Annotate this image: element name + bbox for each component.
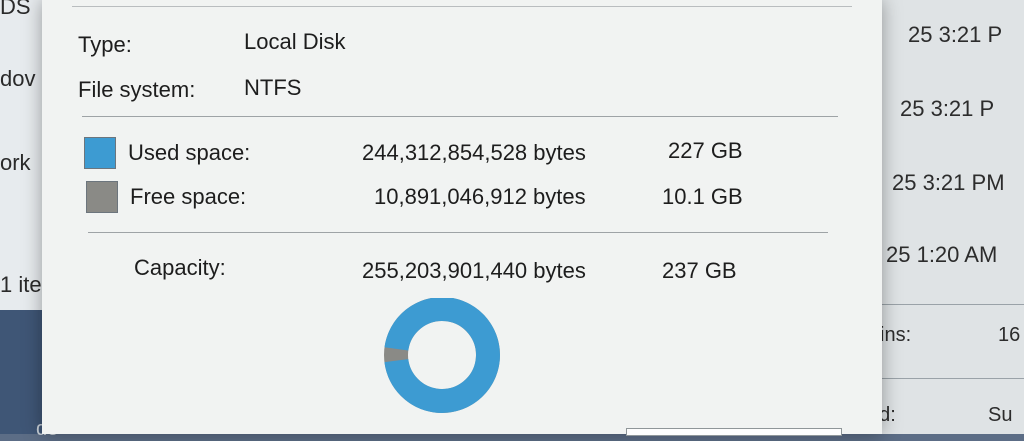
drive-properties-dialog: Type: Local Disk File system: NTFS Used … [42,0,882,436]
capacity-gb: 237 GB [662,258,737,283]
modified-date: 25 3:21 P [908,22,1003,47]
divider [72,6,852,7]
used-space-swatch [84,137,116,169]
used-space-bytes: 244,312,854,528 bytes [362,140,586,165]
background-text: dov [0,66,36,91]
property-label: ins: [880,324,912,346]
type-label: Type: [78,32,132,57]
capacity-label: Capacity: [134,255,226,280]
free-space-gb: 10.1 GB [662,184,743,209]
details-button[interactable] [626,428,842,436]
background-text: 1 ite [0,272,42,297]
background-text: ork [0,150,31,175]
type-value: Local Disk [244,29,346,54]
file-system-value: NTFS [244,75,302,100]
file-system-label: File system: [78,77,196,102]
property-value: 16 [998,324,1021,346]
modified-date: 25 1:20 AM [886,242,998,267]
disk-usage-donut [384,298,500,413]
modified-date: 25 3:21 P [900,96,995,121]
free-space-swatch [86,181,118,213]
free-space-label: Free space: [130,184,247,209]
capacity-bytes: 255,203,901,440 bytes [362,258,586,283]
background-text: DS [0,0,31,19]
divider [880,304,1024,305]
divider [880,378,1024,379]
used-space-label: Used space: [128,140,251,165]
divider [82,116,838,117]
divider [88,232,828,233]
modified-date: 25 3:21 PM [892,170,1005,195]
background-explorer-right: 25 3:21 P 25 3:21 P 25 3:21 PM 25 1:20 A… [860,0,1024,434]
used-space-gb: 227 GB [668,138,743,163]
property-value: Su [988,404,1013,426]
free-space-bytes: 10,891,046,912 bytes [374,184,586,209]
